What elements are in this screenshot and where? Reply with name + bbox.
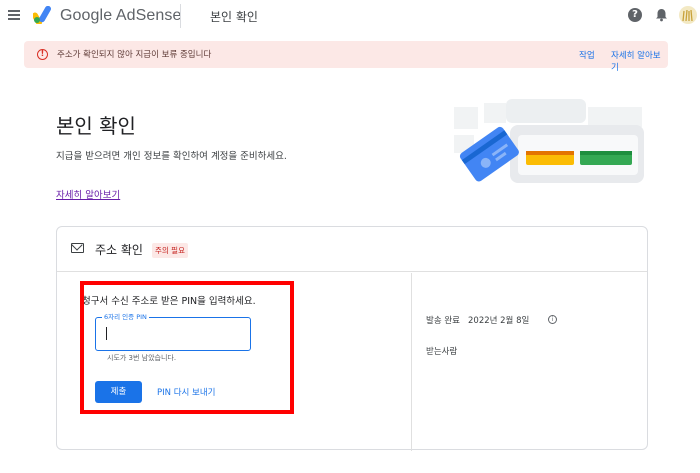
header-page-title: 본인 확인 bbox=[210, 10, 258, 24]
brand-name: Google AdSense bbox=[60, 7, 182, 24]
card-header: 주소 확인 주의 필요 bbox=[57, 227, 647, 272]
pin-input[interactable] bbox=[95, 317, 251, 351]
error-icon: ! bbox=[37, 49, 48, 60]
avatar[interactable] bbox=[679, 6, 697, 24]
top-app-bar: Google AdSense 본인 확인 ? bbox=[0, 0, 700, 33]
card-title: 주소 확인 bbox=[95, 243, 143, 257]
alert-action-button[interactable]: 작업 bbox=[579, 49, 595, 61]
info-icon[interactable]: i bbox=[548, 315, 557, 324]
status-badge: 주의 필요 bbox=[152, 243, 188, 258]
sent-date: 2022년 2월 8일 bbox=[468, 316, 530, 326]
mail-icon bbox=[71, 243, 84, 253]
recipient-label: 받는사람 bbox=[426, 347, 458, 357]
page-title: 본인 확인 bbox=[56, 114, 136, 138]
column-divider bbox=[411, 273, 412, 451]
submit-button[interactable]: 제출 bbox=[95, 381, 142, 403]
page-description: 지급을 받으려면 개인 정보를 확인하여 계정을 준비하세요. bbox=[56, 151, 287, 162]
verification-illustration bbox=[454, 99, 644, 183]
alert-learn-more-link[interactable]: 자세히 알아보기 bbox=[611, 49, 668, 73]
learn-more-link[interactable]: 자세히 알아보기 bbox=[56, 187, 120, 201]
attempts-remaining: 시도가 3번 남았습니다. bbox=[107, 354, 177, 362]
menu-icon[interactable] bbox=[8, 10, 20, 20]
header-divider bbox=[180, 4, 181, 28]
alert-text: 주소가 확인되지 않아 지급이 보류 중입니다 bbox=[57, 50, 212, 60]
text-cursor bbox=[106, 327, 107, 340]
alert-banner: ! 주소가 확인되지 않아 지급이 보류 중입니다 작업 자세히 알아보기 bbox=[24, 41, 668, 73]
pin-input-label: 6자리 인증 PIN bbox=[102, 311, 149, 321]
bell-icon[interactable] bbox=[655, 8, 668, 22]
address-verification-card: 주소 확인 주의 필요 청구서 수신 주소로 받은 PIN을 입력하세요. 6자… bbox=[56, 226, 648, 451]
sent-status-label: 발송 완료 bbox=[426, 316, 460, 326]
help-icon[interactable]: ? bbox=[628, 8, 642, 22]
adsense-logo bbox=[33, 6, 51, 24]
resend-pin-link[interactable]: PIN 다시 보내기 bbox=[157, 386, 216, 398]
pin-instruction: 청구서 수신 주소로 받은 PIN을 입력하세요. bbox=[82, 296, 256, 307]
